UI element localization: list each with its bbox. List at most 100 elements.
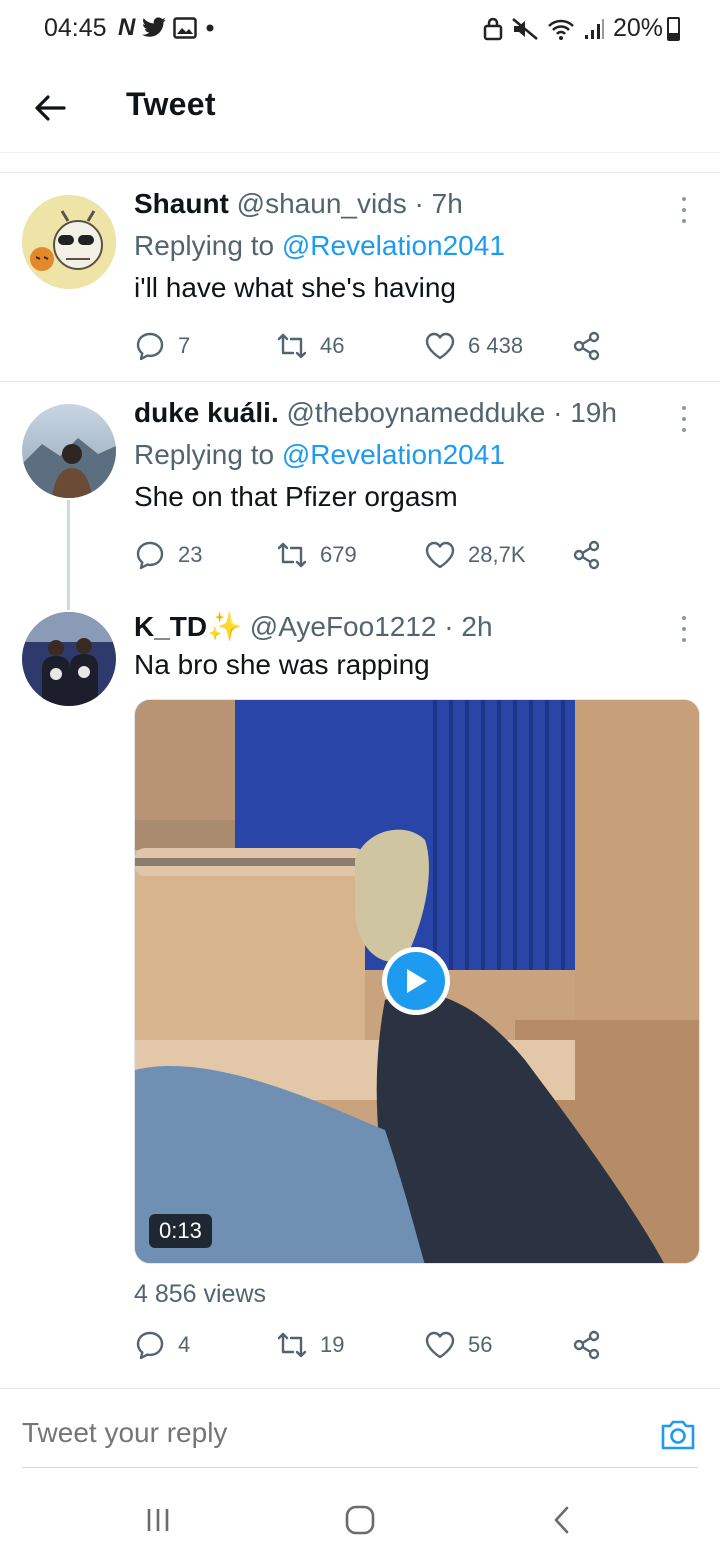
- wifi-icon: [548, 19, 574, 40]
- lock-icon: [483, 17, 503, 40]
- tweet-actions: 23 679 28,7K: [134, 537, 614, 573]
- tweet-text: She on that Pfizer orgasm: [134, 481, 458, 512]
- share-button[interactable]: [572, 1327, 602, 1363]
- camera-button[interactable]: [658, 1415, 698, 1455]
- play-icon-bg: [387, 952, 445, 1010]
- heart-icon: [425, 541, 455, 569]
- recent-apps-icon: [147, 1509, 169, 1531]
- tweet-actions: 4 19 56: [134, 1327, 614, 1363]
- retweet-button[interactable]: 679: [276, 537, 357, 573]
- retweet-count: 679: [320, 542, 357, 567]
- share-button[interactable]: [572, 537, 602, 573]
- camera-icon: [661, 1420, 695, 1450]
- like-button[interactable]: 56: [424, 1327, 492, 1363]
- status-notification-icons: N: [118, 14, 217, 42]
- tweet-time: · 7h: [414, 188, 463, 219]
- mention-link[interactable]: @Revelation2041: [282, 230, 505, 261]
- status-time: 04:45: [44, 14, 107, 42]
- author-name[interactable]: duke kuáli.: [134, 397, 279, 428]
- heart-icon: [425, 1331, 455, 1359]
- tweet-content: duke kuáli. @theboynamedduke · 19h Reply…: [134, 396, 680, 514]
- netflix-icon: N: [118, 14, 136, 41]
- divider: [0, 153, 720, 173]
- page-header: Tweet: [0, 60, 720, 153]
- video-player[interactable]: 0:13: [134, 699, 700, 1264]
- like-count: 56: [468, 1332, 493, 1357]
- tweet-text: i'll have what she's having: [134, 272, 456, 303]
- mention-link[interactable]: @Revelation2041: [282, 439, 505, 470]
- reply-icon: [136, 1331, 164, 1360]
- avatar[interactable]: [22, 404, 116, 498]
- share-icon: [573, 331, 600, 361]
- tweet-header: duke kuáli. @theboynamedduke · 19h: [134, 396, 680, 430]
- battery-icon: [667, 16, 680, 41]
- home-button[interactable]: [340, 1500, 380, 1540]
- heart-icon: [425, 332, 455, 360]
- more-options-icon[interactable]: [672, 612, 696, 646]
- home-icon: [345, 1505, 375, 1535]
- reply-button[interactable]: 7: [134, 328, 190, 364]
- status-bar: 04:45 N 20%: [0, 0, 720, 60]
- reply-input[interactable]: [22, 1417, 582, 1449]
- mute-icon: [512, 17, 538, 40]
- more-options-icon[interactable]: [672, 193, 696, 227]
- tweet-shaunt[interactable]: Shaunt @shaun_vids · 7h Replying to @Rev…: [0, 173, 720, 381]
- back-button[interactable]: [26, 84, 74, 132]
- twitter-icon: [142, 17, 167, 37]
- thread-connector: [67, 500, 70, 610]
- retweet-icon: [277, 333, 307, 359]
- replying-to: Replying to @Revelation2041: [134, 229, 680, 263]
- nav-back-button[interactable]: [542, 1500, 582, 1540]
- tweet-text: Na bro she was rapping: [134, 649, 430, 680]
- avatar[interactable]: [22, 612, 116, 706]
- play-button[interactable]: [382, 947, 450, 1015]
- reply-button[interactable]: 23: [134, 537, 202, 573]
- replying-to: Replying to @Revelation2041: [134, 438, 680, 472]
- more-options-icon[interactable]: [672, 402, 696, 436]
- reply-icon: [136, 541, 164, 570]
- status-system-icons: 20%: [483, 14, 680, 43]
- page-title: Tweet: [126, 86, 216, 122]
- share-icon: [573, 1330, 600, 1360]
- avatar[interactable]: [22, 195, 116, 289]
- like-button[interactable]: 28,7K: [424, 537, 526, 573]
- share-button[interactable]: [572, 328, 602, 364]
- share-icon: [573, 540, 600, 570]
- reply-count: 7: [178, 333, 191, 358]
- retweet-icon: [277, 1332, 307, 1358]
- video-duration: 0:13: [149, 1214, 212, 1248]
- reply-button[interactable]: 4: [134, 1327, 190, 1363]
- retweet-button[interactable]: 19: [276, 1327, 344, 1363]
- reply-count: 4: [178, 1332, 191, 1357]
- chevron-left-icon: [554, 1506, 569, 1534]
- battery-percent: 20%: [612, 14, 663, 42]
- author-handle[interactable]: @AyeFoo1212: [250, 611, 437, 642]
- like-button[interactable]: 6 438: [424, 328, 523, 364]
- tweet-header: Shaunt @shaun_vids · 7h: [134, 187, 680, 221]
- replying-to-label: Replying to: [134, 230, 282, 261]
- tweet-duke[interactable]: duke kuáli. @theboynamedduke · 19h Reply…: [0, 382, 720, 610]
- tweet-content: Shaunt @shaun_vids · 7h Replying to @Rev…: [134, 187, 680, 305]
- author-name[interactable]: Shaunt: [134, 188, 229, 219]
- play-icon: [407, 969, 427, 993]
- recent-apps-button[interactable]: [138, 1500, 178, 1540]
- reply-icon: [136, 332, 164, 361]
- retweet-count: 46: [320, 333, 345, 358]
- author-handle[interactable]: @theboynamedduke: [287, 397, 546, 428]
- tweet-actions: 7 46 6 438: [134, 328, 614, 364]
- tweet-time: · 2h: [444, 611, 493, 642]
- tweet-time: · 19h: [553, 397, 617, 428]
- arrow-left-icon: [35, 95, 66, 121]
- retweet-button[interactable]: 46: [276, 328, 344, 364]
- reply-count: 23: [178, 542, 203, 567]
- sparkles-emoji: ✨: [207, 611, 242, 642]
- retweet-icon: [277, 542, 307, 568]
- author-name[interactable]: K_TD: [134, 611, 207, 642]
- tweet-header: K_TD✨ @AyeFoo1212 · 2h: [134, 610, 680, 644]
- signal-icon: [584, 18, 604, 39]
- replying-to-label: Replying to: [134, 439, 282, 470]
- author-handle[interactable]: @shaun_vids: [237, 188, 407, 219]
- divider: [22, 1467, 698, 1468]
- system-nav-bar: [0, 1476, 720, 1560]
- tweet-content: K_TD✨ @AyeFoo1212 · 2h Na bro she was ra…: [134, 610, 680, 682]
